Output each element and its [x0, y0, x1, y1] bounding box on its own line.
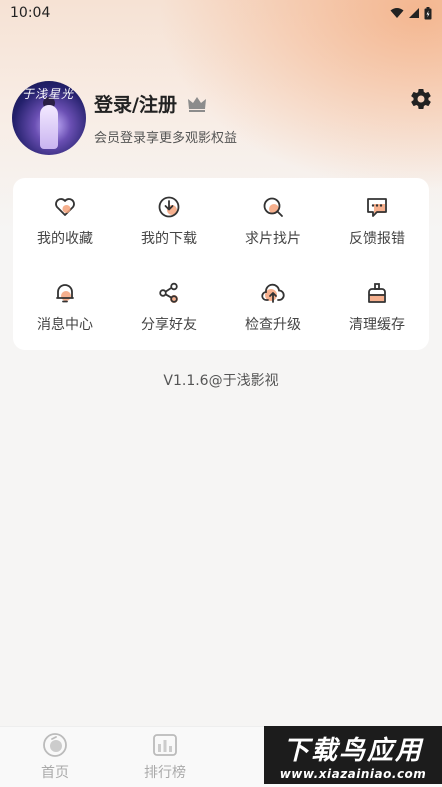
profile-text: 登录/注册 会员登录享更多观影权益 [94, 90, 237, 146]
avatar-text: 于浅星光 [22, 87, 75, 101]
avatar[interactable]: 于浅星光 [12, 81, 86, 155]
menu-label: 消息中心 [37, 317, 93, 333]
member-subtitle: 会员登录享更多观影权益 [94, 131, 238, 146]
watermark-main: 下载鸟应用 [282, 735, 423, 766]
status-bar: 10:04 [0, 0, 442, 26]
menu-label: 我的下载 [141, 231, 197, 247]
bell-icon [52, 280, 78, 306]
watermark-url: www.xiazainiao.com [279, 766, 427, 781]
menu-item-downloads[interactable]: 我的下载 [117, 178, 221, 264]
gear-icon [411, 89, 431, 110]
status-time: 10:04 [10, 5, 51, 21]
settings-button[interactable] [408, 86, 434, 112]
login-row[interactable]: 登录/注册 [94, 90, 237, 117]
menu-item-upgrade[interactable]: 检查升级 [221, 264, 325, 350]
menu-grid: 我的收藏 我的下载 求片找片 反馈报错 消息中心 分享好友 检查升级 清理缓存 [13, 178, 429, 350]
crown-icon [187, 96, 206, 112]
menu-item-clear-cache[interactable]: 清理缓存 [325, 264, 429, 350]
version-text: V1.1.6@于浅影视 [163, 373, 279, 389]
nav-item-ranking[interactable]: 排行榜 [110, 727, 220, 787]
status-icons [390, 6, 432, 20]
login-register-link[interactable]: 登录/注册 [94, 90, 177, 117]
avatar-figure-body [40, 105, 58, 149]
upgrade-icon [260, 280, 286, 306]
menu-label: 分享好友 [141, 317, 197, 333]
feedback-icon [364, 194, 390, 220]
heart-icon [52, 194, 78, 220]
download-icon [156, 194, 182, 220]
nav-label: 排行榜 [144, 765, 186, 781]
profile-header[interactable]: 于浅星光 登录/注册 会员登录享更多观影权益 [12, 80, 430, 156]
clean-icon [364, 280, 390, 306]
wifi-icon [390, 8, 404, 18]
menu-label: 清理缓存 [349, 317, 405, 333]
search-icon [260, 194, 286, 220]
signal-icon [409, 8, 419, 18]
menu-item-feedback[interactable]: 反馈报错 [325, 178, 429, 264]
nav-label: 首页 [41, 765, 69, 781]
menu-label: 我的收藏 [37, 231, 93, 247]
menu-label: 求片找片 [245, 231, 301, 247]
ranking-icon [153, 734, 177, 756]
menu-item-messages[interactable]: 消息中心 [13, 264, 117, 350]
nav-item-home[interactable]: 首页 [0, 727, 110, 787]
share-icon [156, 280, 182, 306]
watermark-logo: 下载鸟应用 www.xiazainiao.com [264, 726, 442, 784]
home-icon [43, 733, 67, 757]
menu-item-request[interactable]: 求片找片 [221, 178, 325, 264]
menu-item-share[interactable]: 分享好友 [117, 264, 221, 350]
menu-item-favorites[interactable]: 我的收藏 [13, 178, 117, 264]
menu-label: 检查升级 [245, 317, 301, 333]
battery-icon [424, 6, 432, 19]
menu-label: 反馈报错 [349, 231, 405, 247]
